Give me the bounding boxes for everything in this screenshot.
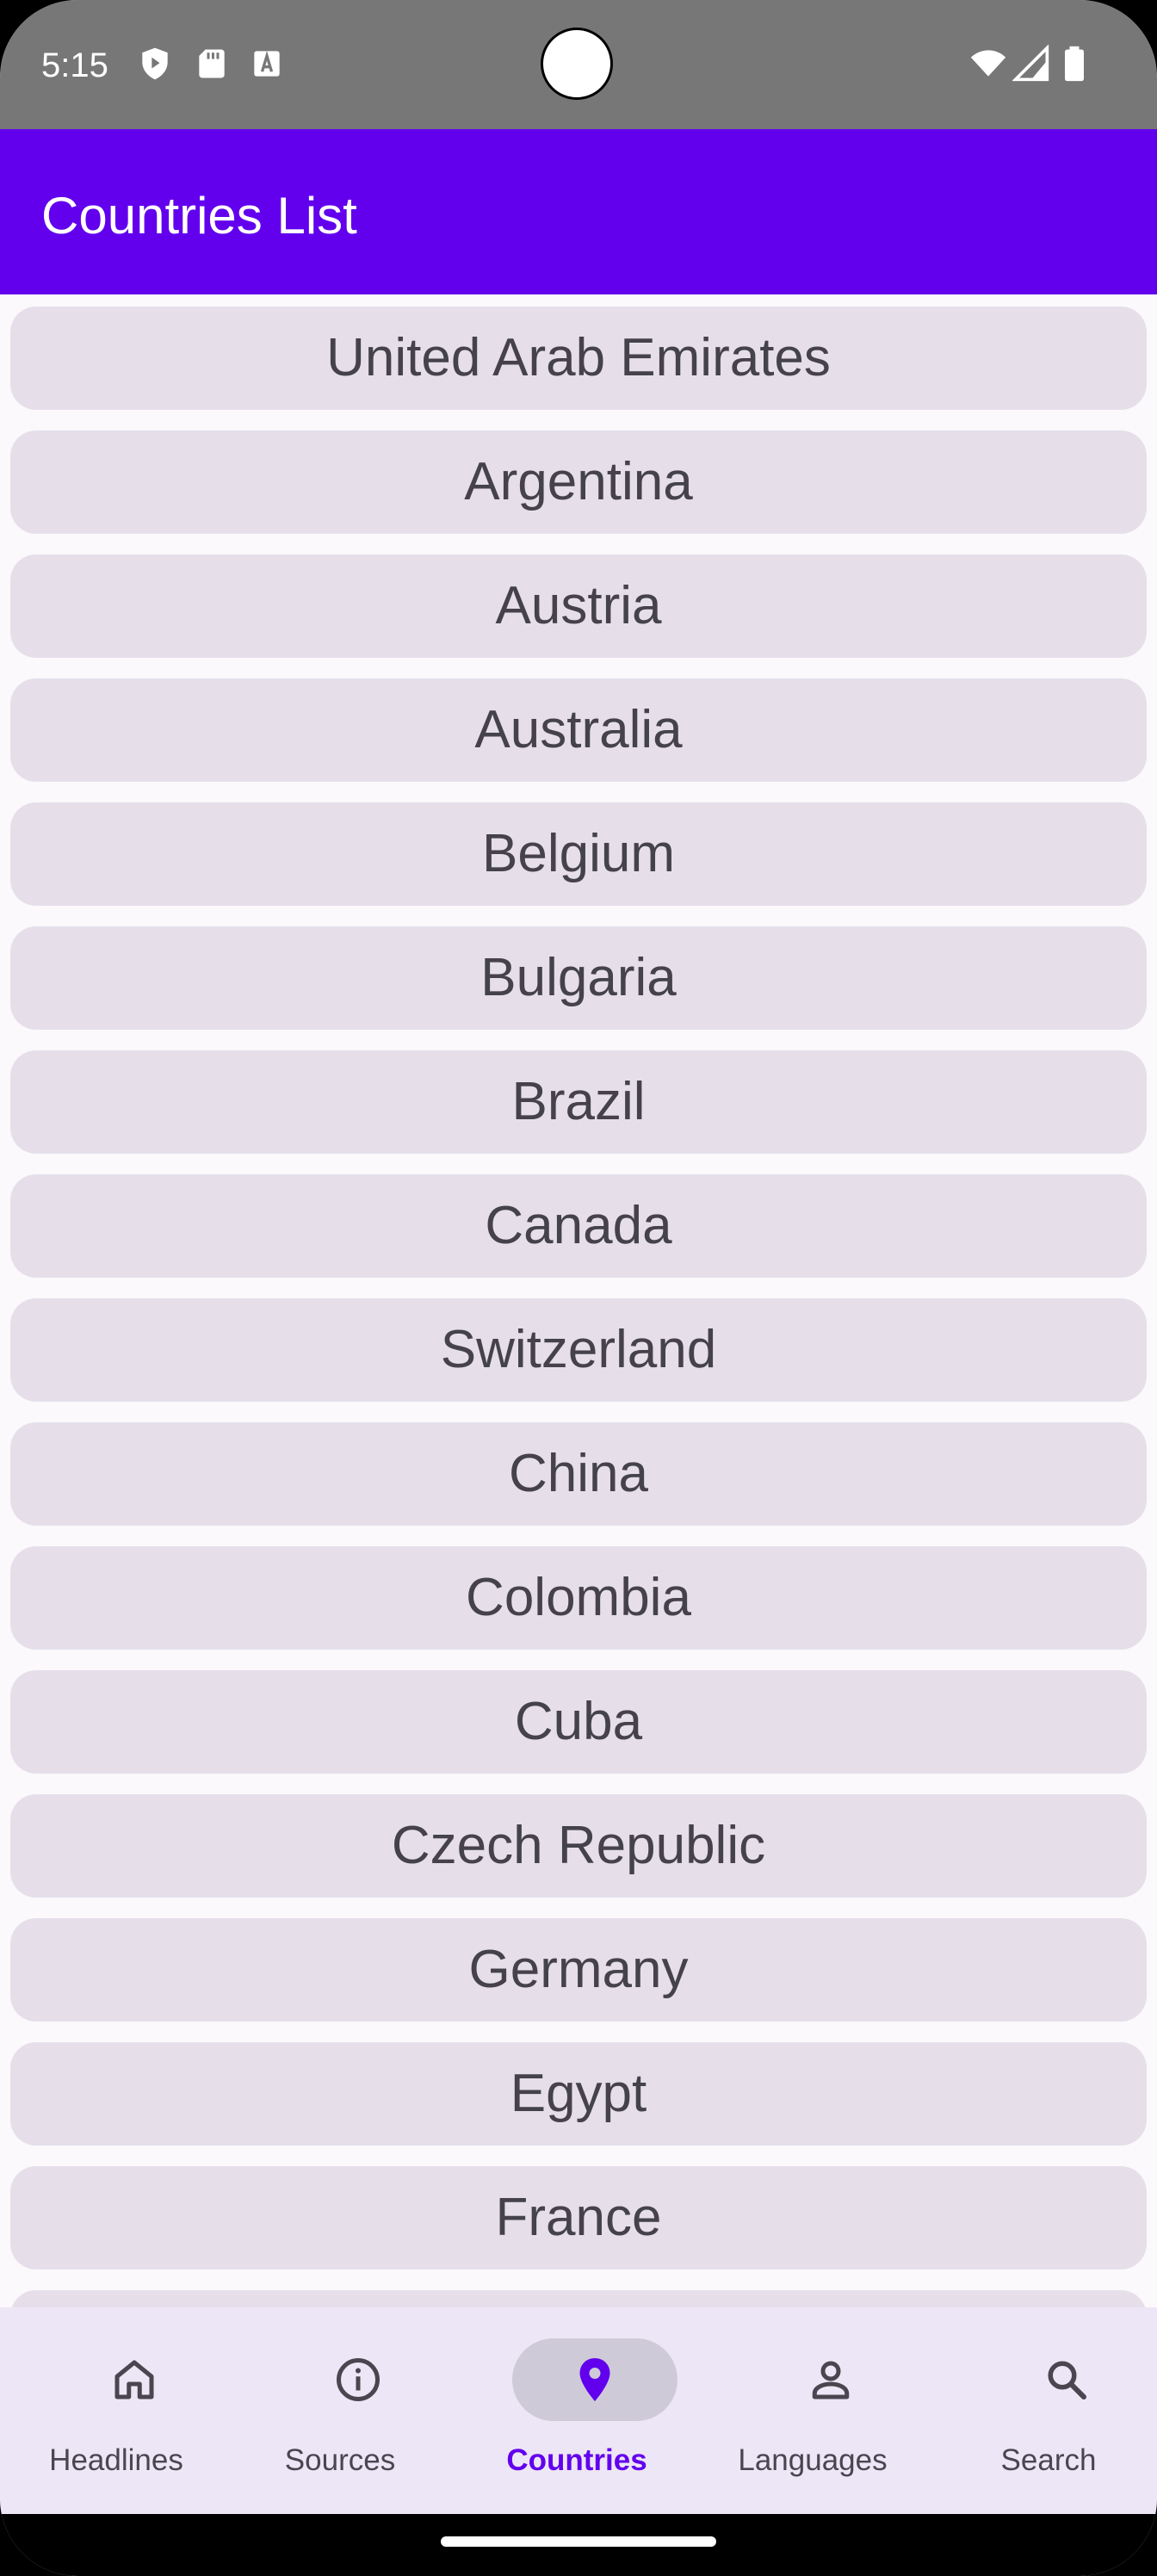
sd-card-icon — [199, 49, 225, 78]
nav-label: Headlines — [49, 2443, 183, 2477]
country-button[interactable]: United Arab Emirates — [10, 307, 1147, 410]
country-button[interactable]: China — [10, 1422, 1147, 1526]
search-icon — [1048, 2361, 1086, 2400]
country-button[interactable]: Cuba — [10, 1670, 1147, 1774]
country-button[interactable]: Switzerland — [10, 1298, 1147, 1402]
country-button[interactable]: Austria — [10, 554, 1147, 658]
country-button[interactable]: Canada — [10, 1174, 1147, 1278]
status-bar: 5:15 — [0, 0, 1157, 129]
nav-item-sources[interactable]: Sources — [224, 2307, 456, 2514]
country-button[interactable]: Brazil — [10, 1050, 1147, 1154]
country-button[interactable] — [10, 2290, 1147, 2307]
home-icon — [114, 2360, 154, 2400]
country-button[interactable]: Belgium — [10, 802, 1147, 906]
status-time: 5:15 — [41, 46, 108, 84]
nav-label: Countries — [506, 2443, 647, 2477]
shield-play-icon — [142, 47, 168, 80]
nav-item-languages[interactable]: Languages — [696, 2307, 929, 2514]
info-icon — [337, 2358, 380, 2401]
nav-label: Sources — [284, 2443, 396, 2477]
country-button[interactable]: Australia — [10, 678, 1147, 782]
country-button[interactable]: Argentina — [10, 430, 1147, 534]
camera-cutout — [541, 28, 613, 100]
location-pin-icon — [579, 2358, 610, 2401]
country-button[interactable]: France — [10, 2166, 1147, 2269]
country-button[interactable]: Colombia — [10, 1546, 1147, 1650]
gesture-bar — [0, 2514, 1157, 2576]
nav-item-headlines[interactable]: Headlines — [0, 2307, 232, 2514]
person-icon — [812, 2361, 850, 2400]
country-button[interactable]: Germany — [10, 1918, 1147, 2022]
country-button[interactable]: Egypt — [10, 2042, 1147, 2146]
country-button[interactable]: Czech Republic — [10, 1794, 1147, 1898]
wifi-icon — [970, 50, 1006, 77]
country-button[interactable]: Bulgaria — [10, 926, 1147, 1030]
nav-label: Search — [1000, 2443, 1097, 2477]
home-gesture-handle[interactable] — [441, 2536, 716, 2547]
bottom-navigation: Headlines Sources Countries Languages Se… — [0, 2307, 1157, 2514]
app-bar: Countries List — [0, 129, 1157, 294]
page-title: Countries List — [41, 187, 357, 245]
battery-icon — [1065, 46, 1084, 82]
app-screen: 5:15 Countries List United Arab Emirates… — [0, 0, 1157, 2576]
countries-list[interactable]: United Arab Emirates Argentina Austria A… — [0, 294, 1157, 2307]
nav-item-countries[interactable]: Countries — [461, 2307, 693, 2514]
nav-label: Languages — [738, 2443, 888, 2477]
signal-icon — [1012, 45, 1049, 82]
font-icon — [254, 51, 280, 77]
nav-item-search[interactable]: Search — [932, 2307, 1157, 2514]
